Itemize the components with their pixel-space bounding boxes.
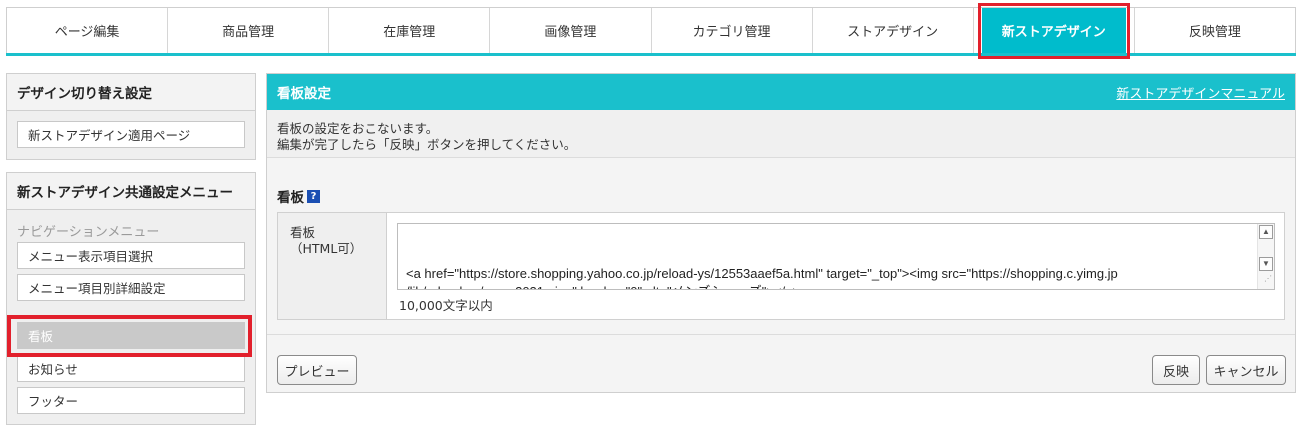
sidebar-item-signboard[interactable]: 看板 [17,322,245,349]
manual-link[interactable]: 新ストアデザインマニュアル [1116,83,1285,102]
top-nav-tabs: ページ編集 商品管理 在庫管理 画像管理 カテゴリ管理 ストアデザイン 新ストア… [6,3,1296,59]
cancel-button[interactable]: キャンセル [1206,355,1286,385]
section-title-text: 看板 [277,190,304,206]
sidebar-item-label: メニュー項目別詳細設定 [28,281,166,296]
tab-label: 反映管理 [1188,25,1241,40]
description-line: 看板の設定をおこないます。 [277,121,439,136]
apply-button[interactable]: 反映 [1152,355,1200,385]
tab-inventory-management[interactable]: 在庫管理 [329,8,491,53]
tab-new-store-design[interactable]: 新ストアデザイン [973,3,1135,59]
sidebar-item-label: 新ストアデザイン適用ページ [28,128,191,143]
sidebar-item-new-store-design-pages[interactable]: 新ストアデザイン適用ページ [17,121,245,148]
field-label-line: 看板 [290,225,316,240]
resize-grip-icon[interactable]: ⋰ [1264,270,1272,288]
sidebar-item-label: フッター [28,394,79,409]
sidebar-panel-title: 新ストアデザイン共通設定メニュー [7,173,255,210]
divider [267,334,1295,335]
field-label-line: （HTML可） [290,241,363,256]
description: 看板の設定をおこないます。 編集が完了したら「反映」ボタンを押してください。 [267,110,1295,158]
tab-label: 在庫管理 [383,25,436,40]
sidebar-design-switch-panel: デザイン切り替え設定 新ストアデザイン適用ページ [6,73,256,160]
signboard-settings-panel: 看板設定 新ストアデザインマニュアル 看板の設定をおこないます。 編集が完了した… [266,73,1296,393]
sidebar-item-notice[interactable]: お知らせ [17,355,245,382]
panel-header: 看板設定 新ストアデザインマニュアル [267,74,1295,110]
description-line: 編集が完了したら「反映」ボタンを押してください。 [277,137,577,152]
tab-active-fill: 新ストアデザイン [981,8,1126,53]
char-limit-note: 10,000文字以内 [399,298,493,313]
sidebar-item-menu-detail[interactable]: メニュー項目別詳細設定 [17,274,245,301]
signboard-html-textarea[interactable]: <a href="https://store.shopping.yahoo.co… [397,223,1275,290]
tab-category-management[interactable]: カテゴリ管理 [652,8,813,53]
sidebar-item-label: メニュー表示項目選択 [28,249,154,264]
field-body: <a href="https://store.shopping.yahoo.co… [387,213,1284,319]
tab-page-edit[interactable]: ページ編集 [7,8,169,53]
tab-store-design[interactable]: ストアデザイン [813,8,974,53]
scroll-down-icon[interactable]: ▼ [1259,257,1273,271]
sidebar-item-label: お知らせ [28,362,78,377]
signboard-form-row: 看板 （HTML可） <a href="https://store.shoppi… [277,212,1285,320]
help-icon[interactable]: ? [307,189,320,203]
tab-image-management[interactable]: 画像管理 [490,8,652,53]
tab-label: ページ編集 [54,25,120,40]
scroll-up-icon[interactable]: ▲ [1259,225,1273,239]
sidebar-item-menu-display[interactable]: メニュー表示項目選択 [17,242,245,269]
sidebar-panel-title: デザイン切り替え設定 [7,74,255,111]
sidebar-item-footer[interactable]: フッター [17,387,245,414]
sidebar-sub-heading: ナビゲーションメニュー [17,225,160,240]
tab-label: 新ストアデザイン [1001,25,1106,40]
field-label: 看板 （HTML可） [278,213,387,319]
section-title: 看板 ? [277,186,320,206]
preview-button[interactable]: プレビュー [277,355,357,385]
content-area: 看板 ? 看板 （HTML可） <a href="https://store.s… [267,158,1295,392]
tab-label: ストアデザイン [847,25,939,40]
tab-label: カテゴリ管理 [692,25,771,40]
sidebar-item-label: 看板 [28,329,54,344]
sidebar-common-settings-panel: 新ストアデザイン共通設定メニュー ナビゲーションメニュー メニュー表示項目選択 … [6,172,256,425]
tab-label: 画像管理 [544,25,597,40]
tab-label: 商品管理 [222,25,275,40]
tab-product-management[interactable]: 商品管理 [168,8,330,53]
textarea-content: <a href="https://store.shopping.yahoo.co… [406,266,1118,289]
tab-publish-management[interactable]: 反映管理 [1135,8,1295,53]
page-title: 看板設定 [277,86,331,102]
